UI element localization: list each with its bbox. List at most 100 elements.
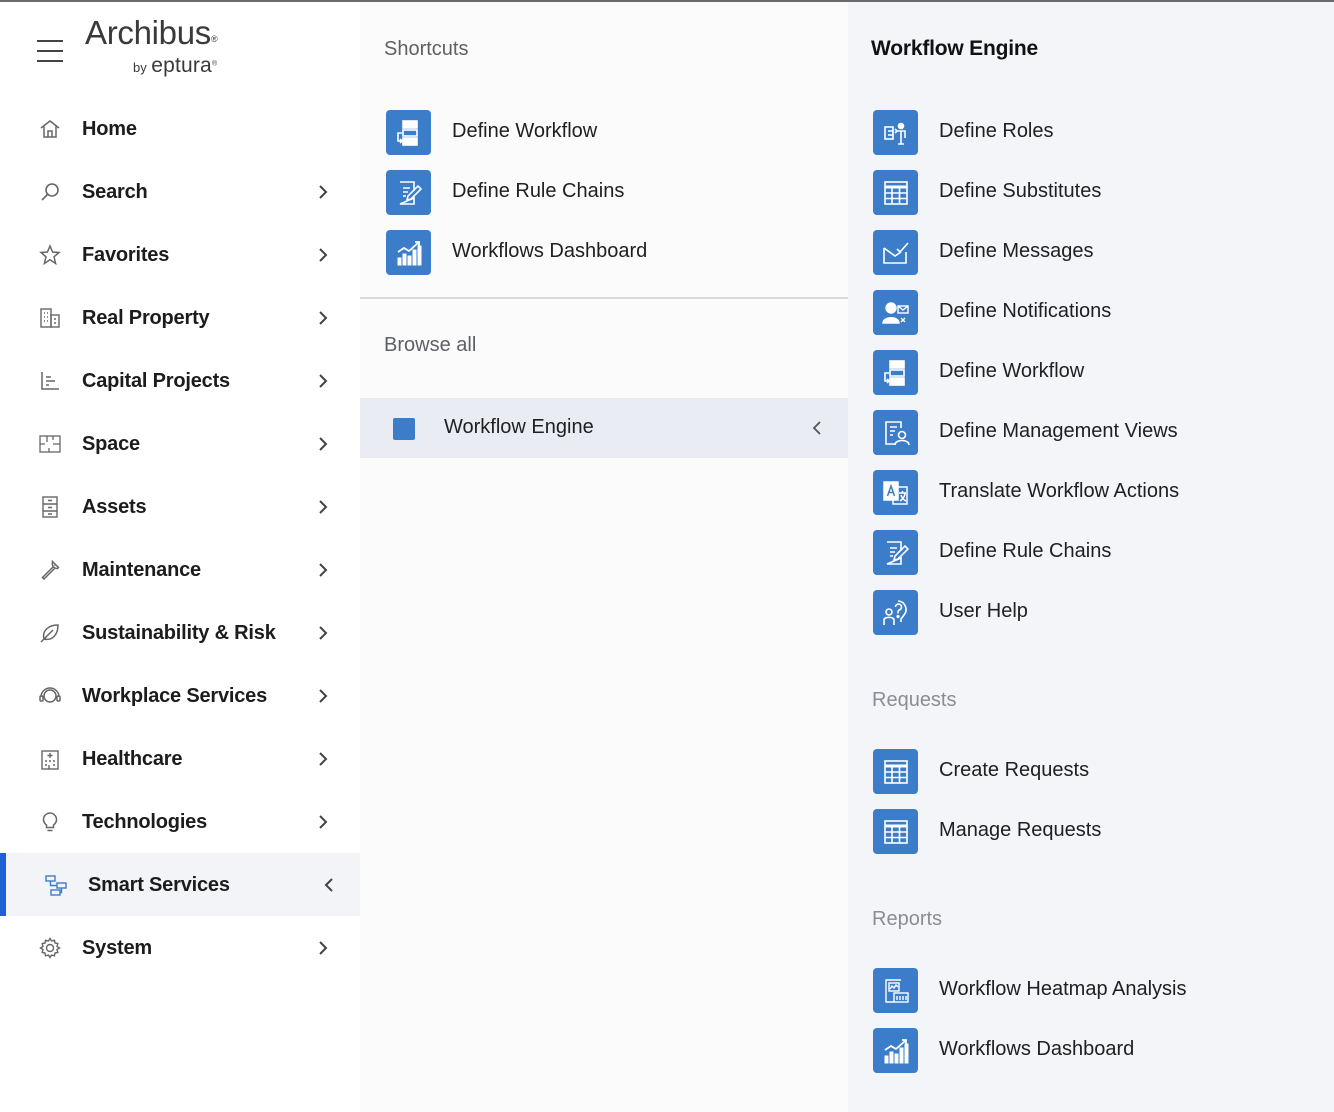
shortcut-define-workflow[interactable]: Define Workflow: [386, 110, 826, 156]
task-translate-workflow-actions[interactable]: Translate Workflow Actions: [873, 470, 1313, 516]
task-define-messages[interactable]: Define Messages: [873, 230, 1313, 276]
chevron-right-icon: [319, 626, 328, 640]
nav-label: Workplace Services: [82, 685, 268, 707]
search-icon: [41, 183, 59, 201]
workflow-engine-panel: Workflow Engine Define Roles Define Subs…: [848, 2, 1334, 1112]
nav-label: Real Property: [82, 307, 210, 329]
grid-icon: [873, 170, 918, 215]
dashboard-chart-icon: [873, 1028, 918, 1073]
shortcut-workflows-dashboard[interactable]: Workflows Dashboard: [386, 230, 826, 276]
nav-item-home[interactable]: Home: [0, 97, 360, 160]
nav-item-capital-projects[interactable]: Capital Projects: [0, 349, 360, 412]
workflow-icon: [45, 875, 67, 896]
task-label: Define Workflow: [939, 360, 1085, 382]
task-label: Define Notifications: [939, 300, 1112, 322]
chevron-right-icon: [319, 689, 328, 703]
task-label: Define Roles: [939, 120, 1054, 142]
chevron-right-icon: [319, 941, 328, 955]
nav-label: Home: [82, 118, 137, 140]
shortcut-label: Define Workflow: [452, 120, 598, 142]
envelope-check-icon: [873, 230, 918, 275]
chevron-right-icon: [319, 563, 328, 577]
browse-item-label: Workflow Engine: [444, 416, 594, 438]
nav-label: Search: [82, 181, 148, 203]
requests-heading: Requests: [872, 689, 957, 711]
chevron-right-icon: [319, 311, 328, 325]
leaf-icon: [40, 624, 59, 643]
workflow-icon: [386, 110, 431, 155]
cabinet-icon: [42, 496, 58, 518]
hamburger-menu-icon[interactable]: [37, 40, 63, 62]
nav-item-maintenance[interactable]: Maintenance: [0, 538, 360, 601]
folder-square-icon: [393, 418, 415, 440]
task-workflow-heatmap-analysis[interactable]: Workflow Heatmap Analysis: [873, 968, 1313, 1014]
headset-icon: [39, 687, 61, 703]
nav-label: Technologies: [82, 811, 208, 833]
chart-icon: [41, 372, 59, 390]
nav-label: Sustainability & Risk: [82, 622, 276, 644]
task-label: Workflow Heatmap Analysis: [939, 978, 1187, 1000]
nav-item-healthcare[interactable]: Healthcare: [0, 727, 360, 790]
shortcuts-panel: Shortcuts Define Workflow Define Rule Ch…: [360, 2, 848, 1112]
task-label: Translate Workflow Actions: [939, 480, 1180, 502]
nav-label: Space: [82, 433, 140, 455]
task-user-help[interactable]: User Help: [873, 590, 1313, 636]
task-define-roles[interactable]: Define Roles: [873, 110, 1313, 156]
task-label: User Help: [939, 600, 1028, 622]
chevron-right-icon: [319, 248, 328, 262]
floorplan-icon: [39, 435, 61, 453]
task-workflows-dashboard[interactable]: Workflows Dashboard: [873, 1028, 1313, 1074]
dashboard-chart-icon: [386, 230, 431, 275]
user-mail-icon: [873, 290, 918, 335]
nav-item-system[interactable]: System: [0, 916, 360, 979]
nav-label: System: [82, 937, 152, 959]
edit-doc-icon: [386, 170, 431, 215]
home-icon: [40, 120, 60, 138]
task-define-notifications[interactable]: Define Notifications: [873, 290, 1313, 336]
task-define-substitutes[interactable]: Define Substitutes: [873, 170, 1313, 216]
chevron-left-icon: [812, 421, 821, 435]
nav-item-sustainability-risk[interactable]: Sustainability & Risk: [0, 601, 360, 664]
workflow-icon: [873, 350, 918, 395]
wrench-icon: [41, 559, 60, 581]
reports-heading: Reports: [872, 908, 943, 930]
nav-item-technologies[interactable]: Technologies: [0, 790, 360, 853]
translate-icon: [873, 470, 918, 515]
task-define-rule-chains[interactable]: Define Rule Chains: [873, 530, 1313, 576]
shortcut-define-rule-chains[interactable]: Define Rule Chains: [386, 170, 826, 216]
nav-item-favorites[interactable]: Favorites: [0, 223, 360, 286]
grid-icon: [873, 749, 918, 794]
nav-item-smart-services[interactable]: Smart Services: [0, 853, 360, 916]
task-label: Define Substitutes: [939, 180, 1102, 202]
task-create-requests[interactable]: Create Requests: [873, 749, 1313, 795]
task-define-management-views[interactable]: Define Management Views: [873, 410, 1313, 456]
lightbulb-icon: [42, 812, 58, 832]
task-label: Workflows Dashboard: [939, 1038, 1135, 1060]
grid-icon: [873, 809, 918, 854]
section-divider: [360, 297, 848, 299]
nav-label: Favorites: [82, 244, 170, 266]
nav-item-assets[interactable]: Assets: [0, 475, 360, 538]
nav-item-space[interactable]: Space: [0, 412, 360, 475]
archibus-logo: Archibus® by eptura®: [85, 14, 218, 77]
nav-item-search[interactable]: Search: [0, 160, 360, 223]
help-icon: [873, 590, 918, 635]
hospital-icon: [41, 750, 59, 770]
nav-item-real-property[interactable]: Real Property: [0, 286, 360, 349]
gear-icon: [39, 937, 61, 959]
chevron-right-icon: [319, 437, 328, 451]
nav-label: Assets: [82, 496, 147, 518]
chevron-right-icon: [319, 752, 328, 766]
task-label: Define Rule Chains: [939, 540, 1112, 562]
sidebar: Archibus® by eptura® Home Search Favorit…: [0, 2, 360, 1112]
roles-icon: [873, 110, 918, 155]
browse-item-workflow-engine[interactable]: Workflow Engine: [360, 398, 848, 458]
task-manage-requests[interactable]: Manage Requests: [873, 809, 1313, 855]
nav-item-workplace-services[interactable]: Workplace Services: [0, 664, 360, 727]
browse-all-heading: Browse all: [384, 334, 477, 356]
chevron-right-icon: [319, 815, 328, 829]
chevron-right-icon: [319, 500, 328, 514]
task-define-workflow[interactable]: Define Workflow: [873, 350, 1313, 396]
chevron-right-icon: [319, 374, 328, 388]
edit-doc-icon: [873, 530, 918, 575]
